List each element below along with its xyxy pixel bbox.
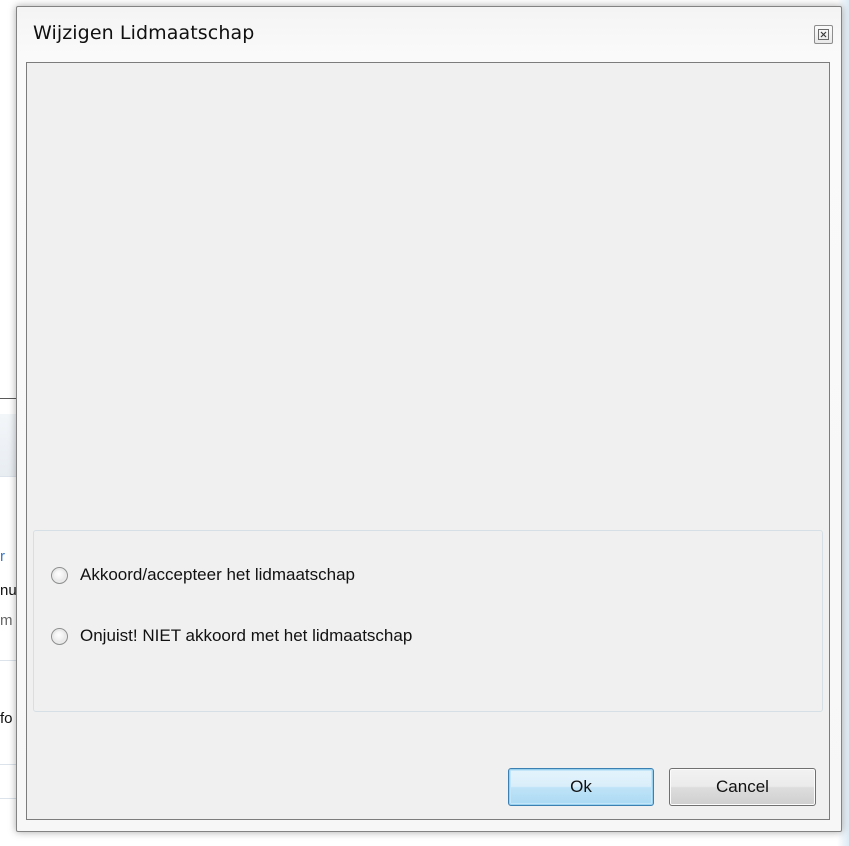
reject-radio-button[interactable] <box>51 627 68 645</box>
background-separator <box>0 798 16 799</box>
accept-radio-button[interactable] <box>51 566 68 584</box>
background-text-fragment: fo <box>0 710 13 727</box>
background-separator <box>0 660 16 661</box>
ok-button[interactable]: Ok <box>508 768 654 806</box>
dialog-title: Wijzigen Lidmaatschap <box>33 22 255 44</box>
reject-radio-label[interactable]: Onjuist! NIET akkoord met het lidmaatsch… <box>80 626 412 646</box>
background-divider <box>0 398 16 399</box>
accept-radio-label[interactable]: Akkoord/accepteer het lidmaatschap <box>80 565 355 585</box>
background-link-fragment[interactable]: r <box>0 548 16 566</box>
background-toolbar-band <box>0 414 16 476</box>
membership-option-group: Akkoord/accepteer het lidmaatschap Onjui… <box>33 530 823 712</box>
background-text-fragment: m <box>0 612 13 629</box>
membership-dialog: Wijzigen Lidmaatschap Akkoord/accepteer … <box>16 6 842 832</box>
background-separator <box>0 476 16 477</box>
close-button[interactable] <box>814 25 833 44</box>
dialog-titlebar[interactable]: Wijzigen Lidmaatschap <box>17 7 841 63</box>
dialog-content-area: Akkoord/accepteer het lidmaatschap Onjui… <box>26 62 830 820</box>
background-text-fragment: nu <box>0 582 16 599</box>
background-separator <box>0 764 16 765</box>
cancel-button[interactable]: Cancel <box>669 768 816 806</box>
reject-membership-option[interactable]: Onjuist! NIET akkoord met het lidmaatsch… <box>51 626 412 646</box>
close-icon <box>818 29 829 40</box>
accept-membership-option[interactable]: Akkoord/accepteer het lidmaatschap <box>51 565 355 585</box>
